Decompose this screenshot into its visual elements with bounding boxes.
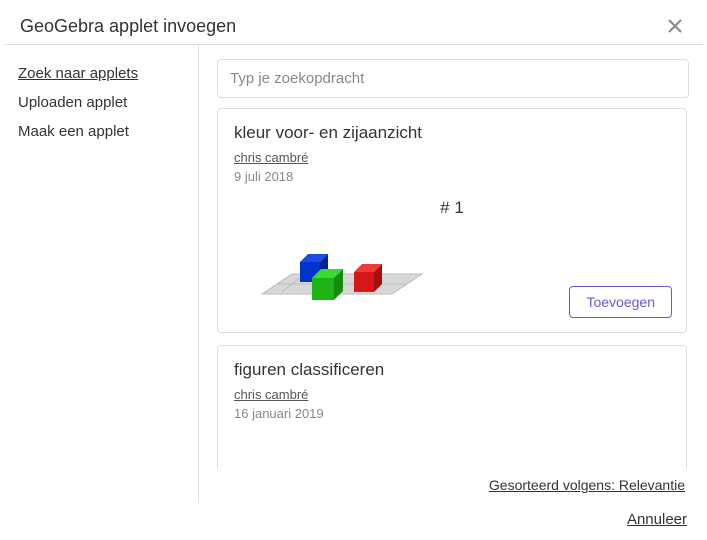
add-button[interactable]: Toevoegen <box>569 286 672 318</box>
applet-hash: # 1 <box>234 198 670 218</box>
sidebar: Zoek naar applets Uploaden applet Maak e… <box>4 45 199 503</box>
applet-card: figuren classificeren chris cambré 16 ja… <box>217 345 687 469</box>
applet-author-link[interactable]: chris cambré <box>234 387 308 402</box>
applet-date: 9 juli 2018 <box>234 169 670 184</box>
sidebar-item-upload[interactable]: Uploaden applet <box>18 88 184 117</box>
modal-dialog: GeoGebra applet invoegen Zoek naar apple… <box>4 4 703 536</box>
sidebar-item-search[interactable]: Zoek naar applets <box>18 59 184 88</box>
close-button[interactable] <box>663 14 687 38</box>
applet-date: 16 januari 2019 <box>234 406 670 421</box>
results-container: kleur voor- en zijaanzicht chris cambré … <box>217 108 689 469</box>
modal-footer: Annuleer <box>4 503 703 536</box>
close-icon <box>667 18 683 34</box>
modal-body: Zoek naar applets Uploaden applet Maak e… <box>4 45 703 503</box>
applet-thumbnail <box>252 224 432 314</box>
sidebar-item-create[interactable]: Maak een applet <box>18 117 184 146</box>
search-input[interactable] <box>217 59 689 98</box>
main-panel: kleur voor- en zijaanzicht chris cambré … <box>199 45 703 503</box>
sidebar-item-label: Maak een applet <box>18 123 129 140</box>
sort-row: Gesorteerd volgens: Relevantie <box>217 469 689 493</box>
modal-title: GeoGebra applet invoegen <box>20 16 236 37</box>
cancel-button[interactable]: Annuleer <box>627 511 687 528</box>
cubes-icon <box>252 224 432 314</box>
sidebar-item-label: Zoek naar applets <box>18 65 138 82</box>
applet-thumbnail <box>234 421 670 469</box>
applet-title: figuren classificeren <box>234 360 670 380</box>
results-scroll[interactable]: kleur voor- en zijaanzicht chris cambré … <box>217 108 689 469</box>
applet-title: kleur voor- en zijaanzicht <box>234 123 670 143</box>
sidebar-item-label: Uploaden applet <box>18 94 127 111</box>
sort-link[interactable]: Gesorteerd volgens: Relevantie <box>489 477 685 493</box>
applet-card: kleur voor- en zijaanzicht chris cambré … <box>217 108 687 333</box>
applet-author-link[interactable]: chris cambré <box>234 150 308 165</box>
modal-header: GeoGebra applet invoegen <box>4 4 703 45</box>
